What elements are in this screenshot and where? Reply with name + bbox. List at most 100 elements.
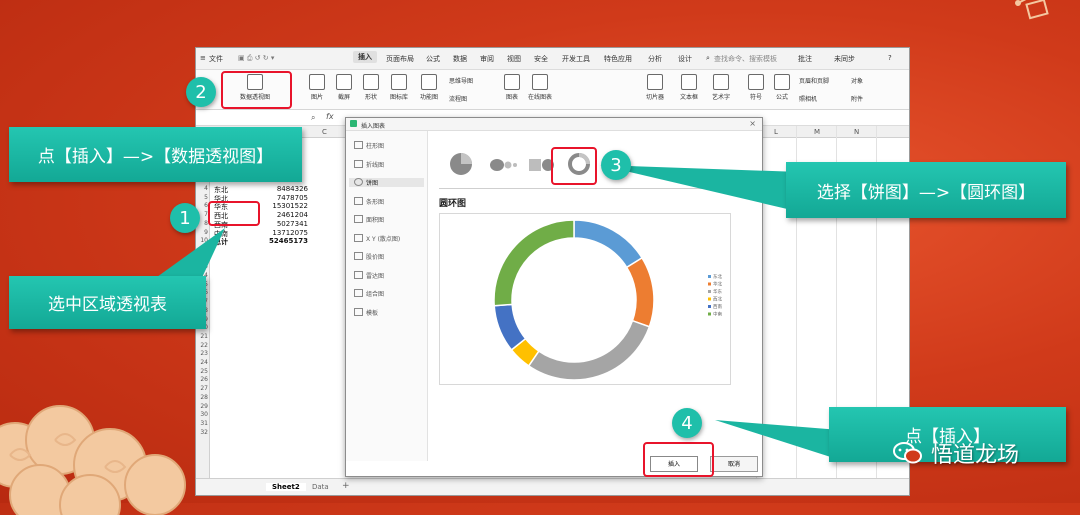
row-number[interactable]: 4	[196, 185, 210, 192]
row-number[interactable]: 25	[196, 368, 210, 375]
slicer-label: 切片器	[646, 94, 665, 101]
row-number[interactable]: 31	[196, 420, 210, 427]
row-number[interactable]: 11	[196, 246, 210, 253]
tab-design[interactable]: 设计	[678, 54, 692, 64]
chart-type-item[interactable]: 面积图	[354, 215, 384, 224]
tab-page-layout[interactable]: 页面布局	[386, 54, 414, 64]
column-c[interactable]: C	[322, 128, 327, 136]
highlight-insert-button	[643, 442, 714, 477]
tab-data[interactable]: 数据	[453, 54, 467, 64]
tab-review[interactable]: 审阅	[480, 54, 494, 64]
value-cell[interactable]: 8484326	[258, 185, 308, 193]
tab-formulas[interactable]: 公式	[426, 54, 440, 64]
callout-step1: 选中区域透视表	[9, 276, 206, 329]
textbox-button[interactable]: 文本框	[680, 74, 698, 101]
fx-label[interactable]: fx	[326, 112, 334, 121]
sync-status[interactable]: 未同步	[834, 54, 855, 64]
add-sheet-icon[interactable]: +	[342, 481, 350, 491]
chart-type-item[interactable]: X Y (散点图)	[354, 233, 401, 243]
online-chart-button[interactable]: 在线图表	[528, 74, 552, 101]
value-cell[interactable]: 2461204	[258, 211, 308, 219]
row-number[interactable]: 12	[196, 255, 210, 262]
row-number[interactable]: 13	[196, 263, 210, 270]
tab-insert[interactable]: 插入	[353, 51, 377, 63]
tab-developer[interactable]: 开发工具	[562, 54, 590, 64]
row-number[interactable]: 5	[196, 194, 210, 201]
chart-type-item[interactable]: 股价图	[354, 252, 384, 261]
chart-type-item[interactable]: 饼图	[349, 178, 424, 187]
value-cell[interactable]: 15301522	[258, 202, 308, 210]
attachment-button[interactable]: 附件	[851, 94, 863, 103]
search-icon[interactable]: ⌕	[706, 54, 710, 63]
close-icon[interactable]: ×	[749, 119, 756, 128]
tab-security[interactable]: 安全	[534, 54, 548, 64]
row-number[interactable]: 30	[196, 411, 210, 418]
pie-3d-subtype-thumb[interactable]	[490, 159, 517, 171]
camera-button[interactable]: 照相机	[799, 94, 817, 103]
chart-type-item[interactable]: 模板	[354, 307, 378, 317]
legend-label: 东北	[713, 273, 722, 280]
mindmap-button[interactable]: 思维导图	[449, 76, 473, 85]
row-number[interactable]: 29	[196, 403, 210, 410]
help-icon[interactable]: ?	[888, 54, 892, 62]
shapes-button[interactable]: 形状	[363, 74, 379, 101]
legend-label: 西北	[713, 296, 722, 303]
command-search[interactable]: 查找命令、搜索模板	[714, 54, 777, 64]
value-cell[interactable]: 13712075	[258, 229, 308, 237]
screenshot-button[interactable]: 截屏	[336, 74, 352, 101]
chart-icon	[504, 74, 520, 90]
watermark-text: 悟道龙场	[931, 443, 1020, 468]
column-m[interactable]: M	[814, 128, 820, 136]
chart-type-label: X Y (散点图)	[366, 235, 401, 243]
chart-button[interactable]: 图表	[504, 74, 520, 101]
chart-type-item[interactable]: 柱形图	[354, 141, 384, 150]
row-number[interactable]: 28	[196, 394, 210, 401]
column-l[interactable]: L	[774, 128, 778, 136]
row-number[interactable]: 23	[196, 350, 210, 357]
sheet-tab-sheet2[interactable]: Sheet2	[266, 483, 306, 491]
row-number[interactable]: 27	[196, 385, 210, 392]
value-cell[interactable]: 52465173	[258, 237, 308, 245]
object-button[interactable]: 对象	[851, 76, 863, 85]
region-cell[interactable]: 总计	[214, 237, 228, 247]
row-number[interactable]: 10	[196, 237, 210, 244]
tab-analyze[interactable]: 分析	[648, 54, 662, 64]
sheet-tab-data[interactable]: Data	[312, 483, 329, 491]
header-footer-button[interactable]: 页眉和页脚	[799, 76, 829, 85]
chart-type-item[interactable]: 组合图	[354, 289, 384, 298]
pie-subtype-thumb[interactable]	[450, 153, 472, 175]
chart-type-item[interactable]: 条形图	[354, 196, 384, 206]
slicer-button[interactable]: 切片器	[646, 74, 664, 101]
hamburger-menu-icon[interactable]: ≡	[200, 54, 206, 62]
tab-view[interactable]: 视图	[507, 54, 521, 64]
chart-type-item[interactable]: 雷达图	[354, 270, 384, 280]
row-number[interactable]: 21	[196, 333, 210, 340]
chart-type-item[interactable]: 折线图	[354, 159, 384, 169]
chart-type-icon	[354, 178, 363, 186]
zoom-icon: ⌕	[311, 113, 316, 122]
comment-button[interactable]: 批注	[798, 54, 812, 64]
value-cell[interactable]: 7478705	[258, 194, 308, 202]
ribbon-toolbar: 数据透视图 图片 截屏 形状 图标库 功能图 思维导图 流程图 图表 在线图表 …	[196, 70, 909, 110]
legend-swatch	[708, 275, 711, 278]
flowchart-button[interactable]: 流程图	[449, 94, 467, 103]
tab-special[interactable]: 特色应用	[604, 54, 632, 64]
row-number[interactable]: 26	[196, 376, 210, 383]
row-number[interactable]: 9	[196, 229, 210, 236]
function-chart-button[interactable]: 功能图	[420, 74, 438, 101]
wordart-button[interactable]: 艺术字	[712, 74, 730, 101]
value-cell[interactable]: 5027341	[258, 220, 308, 228]
quick-access-icons[interactable]: ▣ ⎙ ↺ ↻ ▾	[238, 54, 274, 63]
chart-type-list: 柱形图折线图饼图条形图面积图 X Y (散点图) 股价图雷达图组合图模板	[346, 131, 428, 461]
picture-button[interactable]: 图片	[309, 74, 325, 101]
menu-file[interactable]: 文件	[209, 54, 223, 64]
picture-label: 图片	[310, 94, 323, 101]
equation-button[interactable]: 公式	[774, 74, 790, 101]
symbol-button[interactable]: 符号	[748, 74, 764, 101]
icon-library-button[interactable]: 图标库	[390, 74, 408, 101]
column-n[interactable]: N	[854, 128, 859, 136]
row-number[interactable]: 24	[196, 359, 210, 366]
row-number[interactable]: 32	[196, 429, 210, 436]
row-number[interactable]: 22	[196, 342, 210, 349]
cancel-button[interactable]: 取消	[710, 456, 758, 472]
